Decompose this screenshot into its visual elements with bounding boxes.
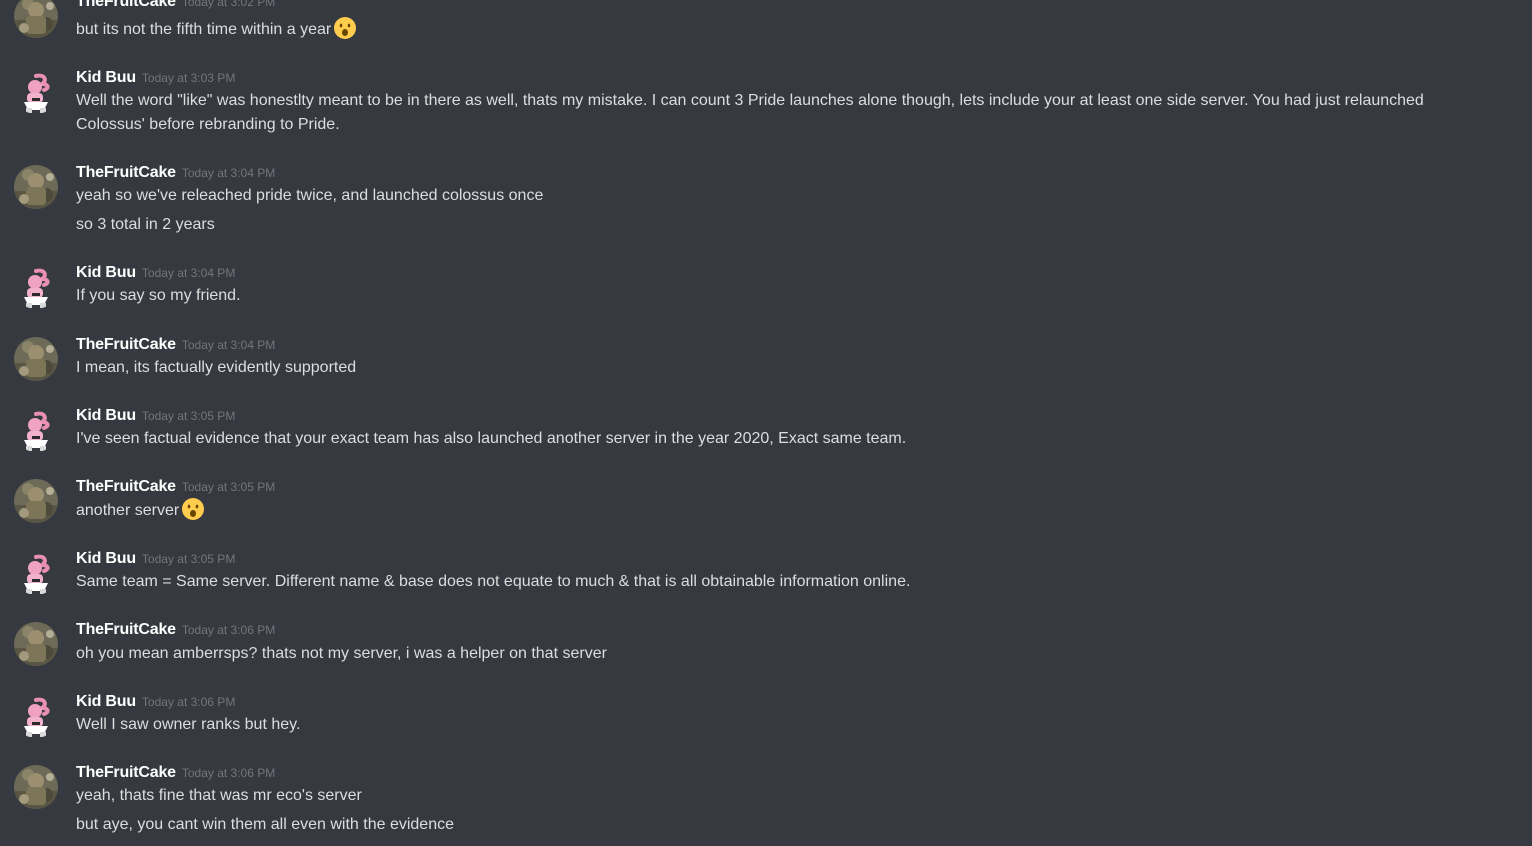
message-timestamp[interactable]: Today at 3:06 PM [142,695,235,709]
hushed-face-emoji[interactable] [333,16,357,40]
message-header: TheFruitCake Today at 3:05 PM [76,477,275,497]
message-content: yeah so we've releached pride twice, and… [76,187,544,204]
message-content: but aye, you cant win them all even with… [76,816,454,833]
message-content: Same team = Same server. Different name … [76,573,911,590]
soldier-avatar[interactable] [14,765,58,809]
soldier-avatar[interactable] [14,479,58,523]
message-header: TheFruitCake Today at 3:06 PM [76,620,275,640]
message-header: Kid Buu Today at 3:06 PM [76,692,235,712]
message-text: yeah, thats fine that was mr eco's serve… [76,784,1472,808]
author-name[interactable]: TheFruitCake [76,0,176,10]
message-text: I mean, its factually evidently supporte… [76,356,1472,380]
message-timestamp[interactable]: Today at 3:04 PM [142,266,235,280]
author-name[interactable]: TheFruitCake [76,478,176,495]
message-content: Well I saw owner ranks but hey. [76,716,301,733]
author-name[interactable]: TheFruitCake [76,164,176,181]
soldier-avatar[interactable] [14,622,58,666]
message-content: but its not the fifth time within a year [76,21,332,39]
kid-buu-avatar[interactable] [14,551,58,595]
author-name[interactable]: Kid Buu [76,69,136,86]
message-timestamp[interactable]: Today at 3:04 PM [182,338,275,352]
message-header: Kid Buu Today at 3:05 PM [76,406,235,426]
message-text: but its not the fifth time within a year [76,16,1472,42]
author-name[interactable]: TheFruitCake [76,621,176,638]
message-timestamp[interactable]: Today at 3:04 PM [182,166,275,180]
message-text: Well the word "like" was honestlty meant… [76,89,1472,137]
message-content: I mean, its factually evidently supporte… [76,359,357,376]
author-name[interactable]: Kid Buu [76,693,136,710]
message-text: so 3 total in 2 years [76,213,1472,237]
chat-message-list[interactable]: TheFruitCake Today at 3:02 PM but its not … [0,0,1532,846]
message-text: oh you mean amberrsps? thats not my serv… [76,642,1472,666]
message-content: so 3 total in 2 years [76,216,215,233]
message-content: Well the word "like" was honestlty meant… [76,92,1424,133]
message-text: If you say so my friend. [76,284,1472,308]
author-name[interactable]: Kid Buu [76,264,136,281]
message-text: but aye, you cant win them all even with… [76,813,1472,837]
message-text: Well I saw owner ranks but hey. [76,713,1472,737]
soldier-avatar[interactable] [14,165,58,209]
message-header: Kid Buu Today at 3:05 PM [76,549,235,569]
message-content: I've seen factual evidence that your exa… [76,430,907,447]
message-header: TheFruitCake Today at 3:04 PM [76,335,275,355]
message-text: I've seen factual evidence that your exa… [76,427,1472,451]
message-text: another server [76,497,1472,523]
hushed-face-emoji[interactable] [181,497,205,521]
message-header: Kid Buu Today at 3:04 PM [76,263,235,283]
message-timestamp[interactable]: Today at 3:03 PM [142,71,235,85]
soldier-avatar[interactable] [14,0,58,38]
message-timestamp[interactable]: Today at 3:05 PM [182,480,275,494]
message-timestamp[interactable]: Today at 3:02 PM [182,0,275,9]
message-header: TheFruitCake Today at 3:02 PM [76,0,275,12]
message-content: yeah, thats fine that was mr eco's serve… [76,787,362,804]
message-timestamp[interactable]: Today at 3:05 PM [142,552,235,566]
message-text: Same team = Same server. Different name … [76,570,1472,594]
author-name[interactable]: Kid Buu [76,407,136,424]
message-content: If you say so my friend. [76,287,241,304]
author-name[interactable]: TheFruitCake [76,764,176,781]
kid-buu-avatar[interactable] [14,408,58,452]
message-header: Kid Buu Today at 3:03 PM [76,68,235,88]
message-timestamp[interactable]: Today at 3:06 PM [182,623,275,637]
message-timestamp[interactable]: Today at 3:05 PM [142,409,235,423]
kid-buu-avatar[interactable] [14,70,58,114]
message-header: TheFruitCake Today at 3:06 PM [76,763,275,783]
message-content: another server [76,502,180,520]
message-content: oh you mean amberrsps? thats not my serv… [76,645,607,662]
message-text: yeah so we've releached pride twice, and… [76,184,1472,208]
message-timestamp[interactable]: Today at 3:06 PM [182,766,275,780]
soldier-avatar[interactable] [14,337,58,381]
message-header: TheFruitCake Today at 3:04 PM [76,163,275,183]
kid-buu-avatar[interactable] [14,694,58,738]
author-name[interactable]: TheFruitCake [76,336,176,353]
author-name[interactable]: Kid Buu [76,550,136,567]
kid-buu-avatar[interactable] [14,265,58,309]
